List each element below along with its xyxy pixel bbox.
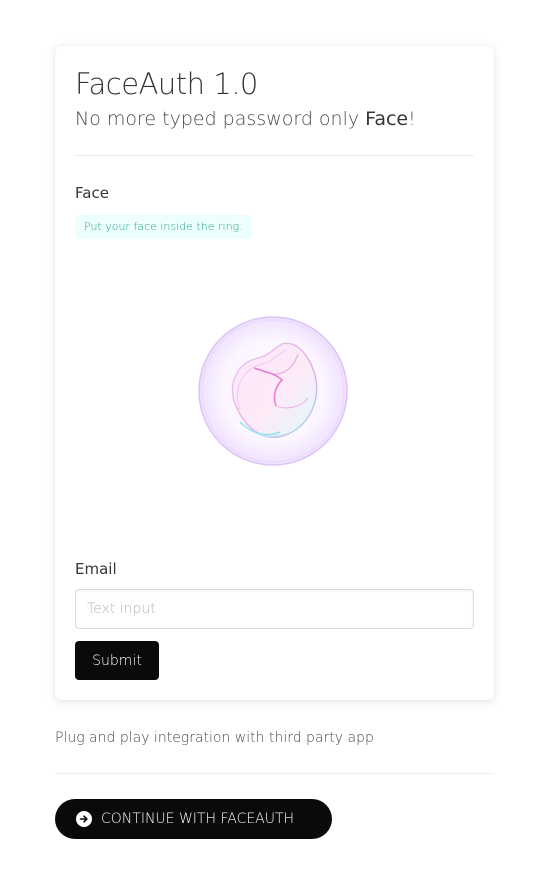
email-label: Email <box>75 560 117 578</box>
arrow-right-glyph <box>79 815 88 823</box>
footer-divider <box>55 773 494 774</box>
face-label: Face <box>75 184 109 202</box>
page-subtitle: No more typed password only Face! <box>75 106 416 132</box>
face-scan-ring-icon <box>196 314 350 468</box>
face-instruction-notice: Put your face inside the ring. <box>75 215 252 239</box>
subtitle-prefix: No more typed password only <box>75 108 366 130</box>
face-scan-ring-graphic <box>198 316 348 466</box>
auth-card: FaceAuth 1.0 No more typed password only… <box>55 46 494 700</box>
subtitle-suffix: ! <box>408 108 416 130</box>
header-divider <box>75 155 474 156</box>
page-title: FaceAuth 1.0 <box>75 67 258 101</box>
continue-with-faceauth-button[interactable]: CONTINUE WITH FACEAUTH <box>55 799 332 839</box>
email-input[interactable] <box>75 589 474 629</box>
subtitle-strong: Face <box>365 108 409 130</box>
cta-label: CONTINUE WITH FACEAUTH <box>101 811 295 827</box>
integration-description: Plug and play integration with third par… <box>55 730 374 746</box>
submit-button[interactable]: Submit <box>75 641 159 680</box>
arrow-circle-right-icon <box>76 811 92 827</box>
